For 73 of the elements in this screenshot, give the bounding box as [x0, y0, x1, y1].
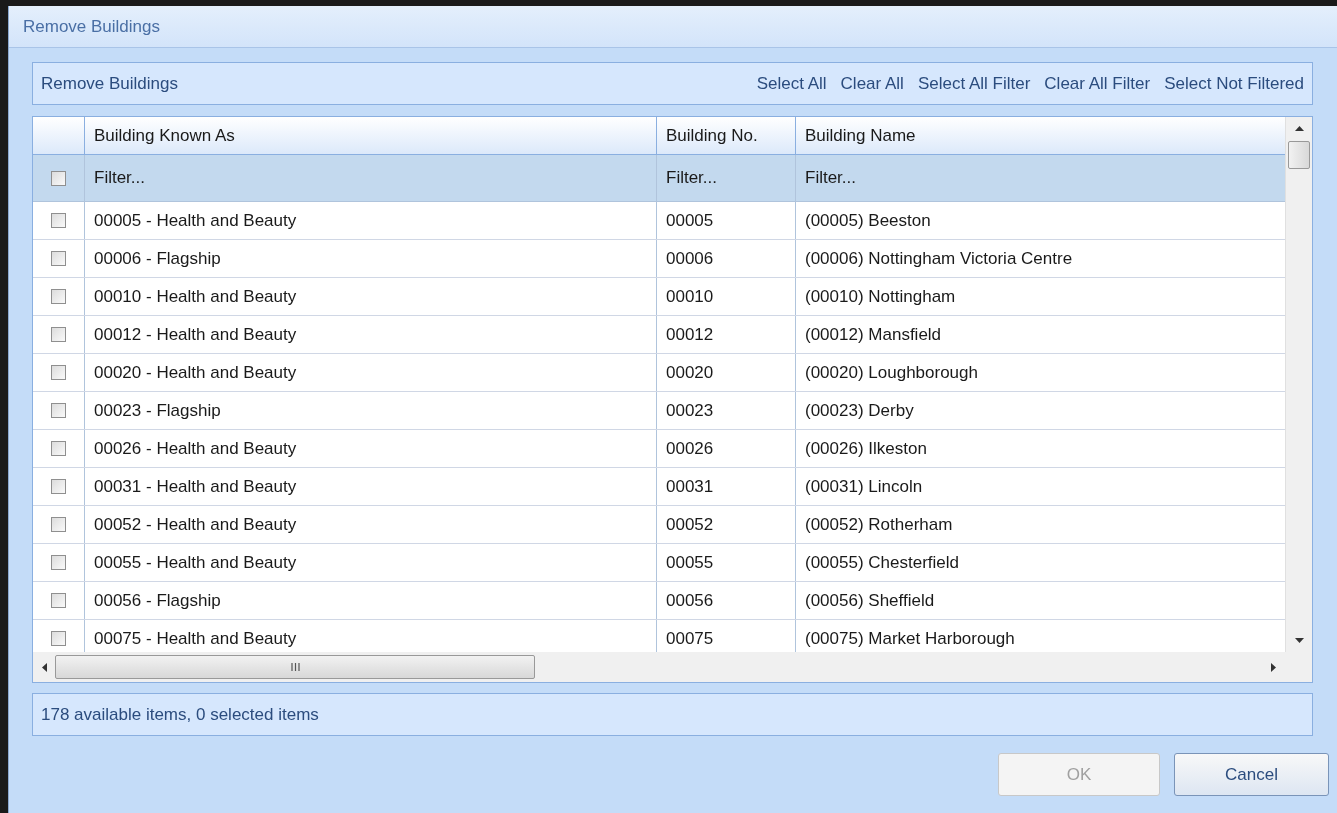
- scroll-up-icon[interactable]: [1294, 125, 1304, 131]
- status-text: 178 available items, 0 selected items: [41, 703, 319, 726]
- table-cell-text: (00056) Sheffield: [804, 589, 936, 612]
- scroll-thumb[interactable]: [1288, 141, 1310, 169]
- vertical-scrollbar[interactable]: [1285, 117, 1312, 652]
- toolbar-link[interactable]: Clear All Filter: [1044, 70, 1151, 97]
- table-cell-text: 00023 - Flagship: [93, 399, 222, 422]
- scroll-thumb[interactable]: [55, 655, 535, 679]
- table-cell-text: 00052 - Health and Beauty: [93, 513, 298, 536]
- table-cell-text: 00031: [665, 475, 715, 498]
- table-cell-text: 00020 - Health and Beauty: [93, 361, 298, 384]
- table-cell-text: (00052) Rotherham: [804, 513, 954, 536]
- table-cell-text: (00031) Lincoln: [804, 475, 924, 498]
- table-cell-text: 00055 - Health and Beauty: [93, 551, 298, 574]
- toolbar-link[interactable]: Select All Filter: [917, 70, 1031, 97]
- panel-title: Remove Buildings: [41, 72, 179, 95]
- table-cell-text: 00052: [665, 513, 715, 536]
- checkbox[interactable]: [51, 289, 66, 304]
- checkbox[interactable]: [51, 631, 66, 646]
- checkbox[interactable]: [51, 251, 66, 266]
- window-title: Remove Buildings: [23, 15, 160, 38]
- scroll-down-icon[interactable]: [1294, 638, 1304, 644]
- table-cell-text: 00012 - Health and Beauty: [93, 323, 298, 346]
- table-cell-text: 00023: [665, 399, 715, 422]
- checkbox[interactable]: [51, 479, 66, 494]
- cancel-button[interactable]: Cancel: [1174, 753, 1329, 796]
- table-cell-text: (00020) Loughborough: [804, 361, 979, 384]
- table-cell-text: 00005: [665, 209, 715, 232]
- table-cell-text: 00010: [665, 285, 715, 308]
- table-cell-text: 00056: [665, 589, 715, 612]
- table-cell-text: 00056 - Flagship: [93, 589, 222, 612]
- column-header[interactable]: Building Name: [796, 117, 1285, 154]
- table-cell-text: 00031 - Health and Beauty: [93, 475, 298, 498]
- checkbox[interactable]: [51, 441, 66, 456]
- toolbar-link[interactable]: Select Not Filtered: [1164, 70, 1304, 97]
- column-header[interactable]: Building Known As: [85, 117, 657, 154]
- checkbox[interactable]: [51, 327, 66, 342]
- table-cell-text: 00055: [665, 551, 715, 574]
- table-cell-text: (00023) Derby: [804, 399, 915, 422]
- checkbox[interactable]: [51, 170, 66, 186]
- horizontal-scrollbar[interactable]: [33, 652, 1285, 682]
- table-cell-text: 00075: [665, 627, 715, 650]
- checkbox[interactable]: [51, 403, 66, 418]
- table-cell-text: 00026: [665, 437, 715, 460]
- grip-icon: [290, 663, 300, 671]
- checkbox[interactable]: [51, 365, 66, 380]
- checkbox[interactable]: [51, 593, 66, 608]
- table-cell-text: (00012) Mansfield: [804, 323, 943, 346]
- filter-field[interactable]: Filter...: [85, 155, 656, 201]
- table-cell-text: 00005 - Health and Beauty: [93, 209, 298, 232]
- table-cell-text: (00026) Ilkeston: [804, 437, 928, 460]
- table-cell-text: (00005) Beeston: [804, 209, 932, 232]
- table-cell-text: 00010 - Health and Beauty: [93, 285, 298, 308]
- table-cell-text: 00006: [665, 247, 715, 270]
- table-cell-text: (00006) Nottingham Victoria Centre: [804, 247, 1074, 270]
- filter-field[interactable]: Filter...: [657, 155, 795, 201]
- table-cell-text: (00010) Nottingham: [804, 285, 957, 308]
- table-cell-text: (00075) Market Harborough: [804, 627, 1016, 650]
- filter-field[interactable]: Filter...: [796, 155, 1285, 201]
- table-cell-text: 00012: [665, 323, 715, 346]
- table-cell-text: 00020: [665, 361, 715, 384]
- checkbox[interactable]: [51, 555, 66, 570]
- checkbox[interactable]: [51, 517, 66, 532]
- table-cell-text: (00055) Chesterfield: [804, 551, 961, 574]
- table-cell-text: 00026 - Health and Beauty: [93, 437, 298, 460]
- scroll-left-icon[interactable]: [41, 662, 47, 672]
- toolbar-link[interactable]: Clear All: [840, 70, 904, 97]
- toolbar-link[interactable]: Select All: [756, 70, 827, 97]
- column-header[interactable]: Building No.: [657, 117, 796, 154]
- table-cell-text: 00075 - Health and Beauty: [93, 627, 298, 650]
- scroll-right-icon[interactable]: [1271, 662, 1277, 672]
- table-cell-text: 00006 - Flagship: [93, 247, 222, 270]
- checkbox[interactable]: [51, 213, 66, 228]
